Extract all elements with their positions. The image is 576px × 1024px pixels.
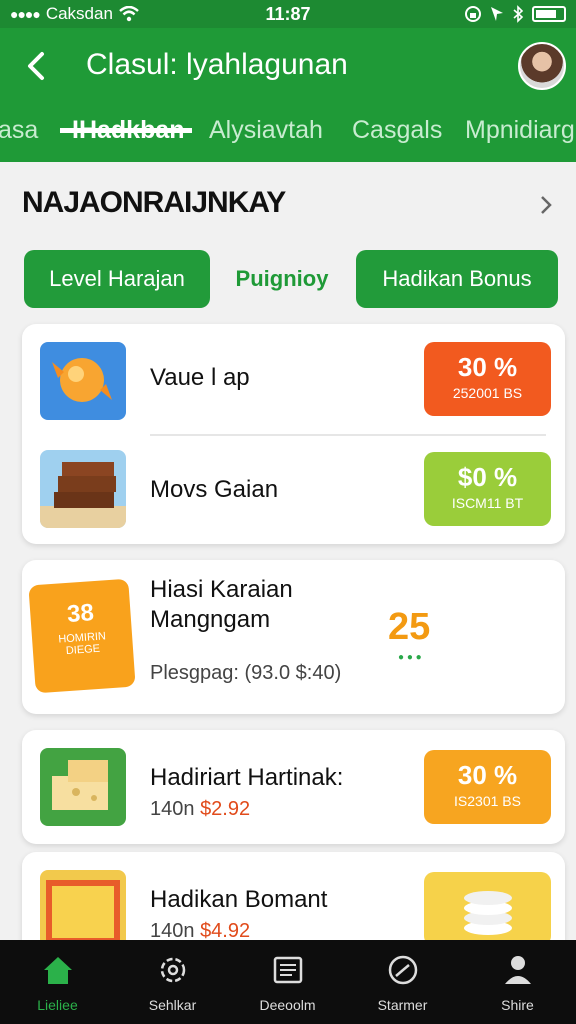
promo-title-line1: Hiasi Karaian <box>150 576 293 603</box>
chocolate-thumbnail <box>40 450 126 528</box>
badge-percent: 30 % <box>457 760 518 790</box>
badge-code: IS2301 BS <box>454 793 521 809</box>
lock-rotation-icon <box>465 6 481 22</box>
nav-label: Shire <box>501 997 534 1013</box>
item-qty: 140n <box>150 798 195 820</box>
item-price-line: 140n $2.92 <box>150 798 250 821</box>
wifi-icon <box>119 6 139 22</box>
item-price: $2.92 <box>200 798 251 820</box>
item-qty: 140n <box>150 920 195 942</box>
item-price: $4.92 <box>200 920 251 942</box>
nav-profile[interactable]: Shire <box>460 952 575 1013</box>
document-icon <box>273 956 302 984</box>
coins-icon <box>464 891 512 935</box>
tab-casgals[interactable]: Casgals <box>352 116 442 145</box>
list-item[interactable]: Hadiriart Hartinak: 140n $2.92 30 % IS23… <box>22 730 565 844</box>
nav-settings[interactable]: Sehlkar <box>115 952 230 1013</box>
chip-puignioy[interactable]: Puignioy <box>220 250 344 308</box>
category-tabs: asa IHadkban Alysiavtah Casgals Mpnidiar… <box>0 112 576 162</box>
home-icon <box>43 957 72 984</box>
coupon-ticket-icon: 38 HOMIRIN DIEGE <box>28 578 136 694</box>
coupon-text: HOMIRIN DIEGE <box>57 630 107 658</box>
section-title: NAJAONRAIJNKAY <box>22 186 286 219</box>
carrier-name: Caksdan <box>45 4 113 23</box>
badge-percent: 30 % <box>457 352 518 382</box>
badge-percent: $0 % <box>457 462 518 492</box>
nav-label: Sehlkar <box>148 997 197 1013</box>
app-header: Clasul: lyahlagunan asa IHadkban Alysiav… <box>0 28 576 162</box>
chip-hadikan-bonus[interactable]: Hadikan Bonus <box>356 250 558 308</box>
chevron-right-icon[interactable] <box>536 190 556 220</box>
nav-home[interactable]: Lieliee <box>0 952 115 1013</box>
coins-badge[interactable] <box>424 872 551 946</box>
nav-document[interactable]: Deeoolm <box>230 952 345 1013</box>
cheese-thumbnail <box>40 748 126 826</box>
avatar[interactable] <box>518 42 566 90</box>
clock-icon <box>388 955 417 985</box>
badge-code: ISCM11 BT <box>451 495 524 511</box>
discount-badge[interactable]: 30 % IS2301 BS <box>424 750 551 824</box>
promo-value: 25 <box>388 606 431 648</box>
candy-thumbnail <box>40 342 126 420</box>
location-icon <box>491 7 503 21</box>
discount-badge[interactable]: 30 % 252001 BS <box>424 342 551 416</box>
status-time: 11:87 <box>265 3 311 24</box>
promo-card[interactable]: 38 HOMIRIN DIEGE Hiasi Karaian Mangngam … <box>22 560 565 714</box>
back-arrow-icon[interactable] <box>22 48 52 84</box>
snack-box-thumbnail <box>40 870 126 948</box>
status-bar: ●●●● Caksdan 11:87 <box>0 0 576 28</box>
item-name: Vaue l ap <box>150 364 250 391</box>
nav-label: Lieliee <box>37 997 78 1013</box>
pager-dots: ● ● ● <box>398 652 422 663</box>
coupon-value: 38 <box>66 599 95 628</box>
signal-icon: ●●●● <box>10 6 41 22</box>
divider <box>150 434 546 436</box>
chip-level-harajan[interactable]: Level Harajan <box>24 250 210 308</box>
badge-code: 252001 BS <box>452 385 523 401</box>
tab-alysiavtah[interactable]: Alysiavtah <box>209 116 323 145</box>
active-tab-indicator <box>60 128 192 133</box>
tab-asa[interactable]: asa <box>0 116 38 145</box>
nav-label: Starmer <box>377 997 428 1013</box>
discount-badge[interactable]: $0 % ISCM11 BT <box>424 452 551 526</box>
bluetooth-icon <box>513 5 524 23</box>
nav-label: Deeoolm <box>259 997 316 1013</box>
page-title: Clasul: lyahlagunan <box>86 48 348 81</box>
item-name: Movs Gaian <box>150 476 279 503</box>
promo-title-line2: Mangngam <box>150 606 271 633</box>
offers-card: Vaue l ap 30 % 252001 BS Movs Gaian $0 %… <box>22 324 565 544</box>
bottom-nav: Lieliee Sehlkar Deeoolm Starmer Shire <box>0 940 576 1024</box>
settings-icon <box>160 957 185 983</box>
item-name: Hadikan Bomant <box>150 886 328 913</box>
profile-icon <box>504 956 531 984</box>
item-name: Hadiriart Hartinak: <box>150 764 344 791</box>
promo-subtitle: Plesgpag: (93.0 $:40) <box>150 662 342 684</box>
nav-timer[interactable]: Starmer <box>345 952 460 1013</box>
battery-icon <box>532 6 566 22</box>
tab-mpnidiarg[interactable]: Mpnidiarg <box>465 116 575 145</box>
